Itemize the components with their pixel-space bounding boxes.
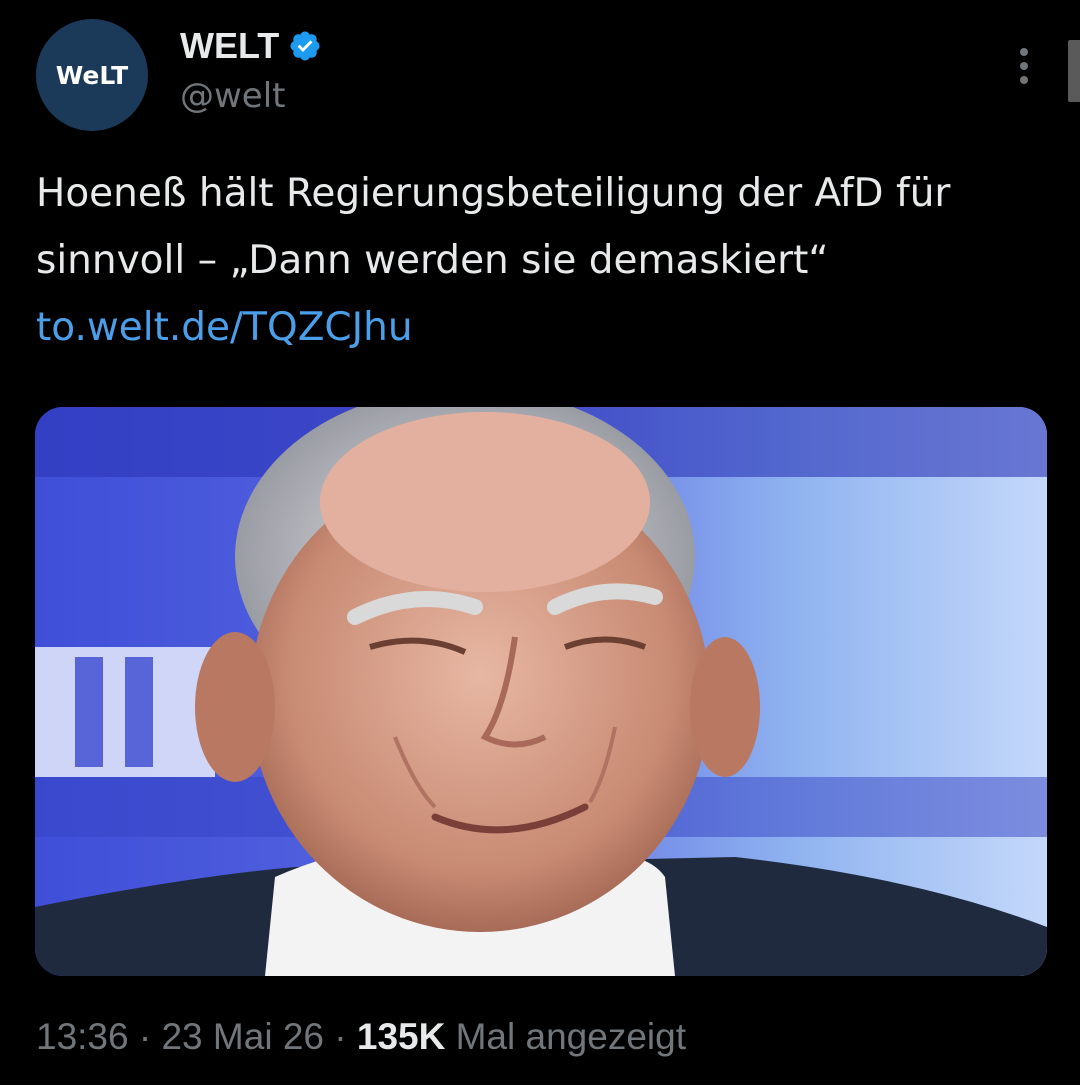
- tweet-link[interactable]: to.welt.de/TQZCJhu: [36, 305, 413, 350]
- views-count[interactable]: 135K: [357, 1016, 445, 1057]
- tweet-photo[interactable]: [35, 407, 1047, 976]
- more-vertical-icon[interactable]: [1008, 44, 1040, 88]
- verified-badge-icon[interactable]: [288, 29, 322, 63]
- scrollbar[interactable]: [1068, 40, 1080, 102]
- timestamp[interactable]: 13:36: [36, 1016, 129, 1057]
- tweet-body: Hoeneß hält Regierungsbeteiligung der Af…: [36, 171, 951, 283]
- avatar[interactable]: WeLT: [36, 19, 148, 131]
- views-label: Mal angezeigt: [445, 1016, 686, 1057]
- tweet-meta: 13:36 · 23 Mai 26 · 135K Mal angezeigt: [36, 1016, 686, 1058]
- separator: ·: [128, 1016, 162, 1057]
- name-row: WELT: [180, 24, 322, 68]
- handle[interactable]: @welt: [180, 76, 322, 116]
- avatar-logo: WeLT: [55, 60, 129, 90]
- date[interactable]: 23 Mai 26: [161, 1016, 324, 1057]
- author-info: WELT @welt: [180, 24, 322, 116]
- tweet-text: Hoeneß hält Regierungsbeteiligung der Af…: [36, 160, 1036, 361]
- photo-portrait: [35, 407, 1047, 976]
- tweet[interactable]: WeLT WELT @welt Hoeneß hält Regierungsbe…: [0, 0, 1080, 1085]
- display-name[interactable]: WELT: [180, 25, 279, 67]
- separator: ·: [323, 1016, 357, 1057]
